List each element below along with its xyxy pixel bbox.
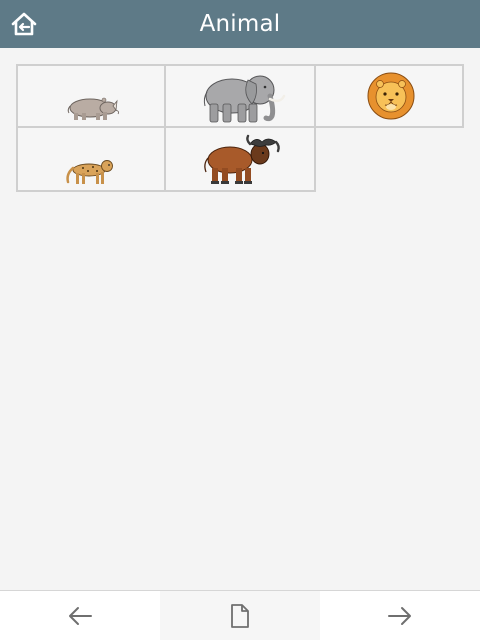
previous-button[interactable]	[0, 591, 160, 640]
top-bar: Animal	[0, 0, 480, 48]
arrow-left-icon	[69, 606, 92, 625]
cheetah-icon	[66, 160, 113, 184]
buffalo-icon	[204, 134, 280, 184]
grid-cell-rhinoceros[interactable]	[16, 64, 166, 128]
grid-cell-elephant[interactable]	[164, 64, 316, 128]
grid-cell-lion[interactable]	[314, 64, 464, 128]
lion-icon	[367, 72, 415, 120]
document-icon	[231, 603, 249, 628]
symbol-grid	[16, 64, 464, 192]
rhinoceros-icon	[67, 97, 119, 120]
arrow-right-icon	[388, 606, 411, 625]
bottom-bar	[0, 590, 480, 640]
grid-cell-buffalo[interactable]	[164, 126, 316, 192]
grid-cell-cheetah[interactable]	[16, 126, 166, 192]
next-button[interactable]	[320, 591, 480, 640]
document-button[interactable]	[160, 591, 320, 640]
elephant-icon	[203, 75, 286, 123]
page-title: Animal	[199, 11, 281, 37]
